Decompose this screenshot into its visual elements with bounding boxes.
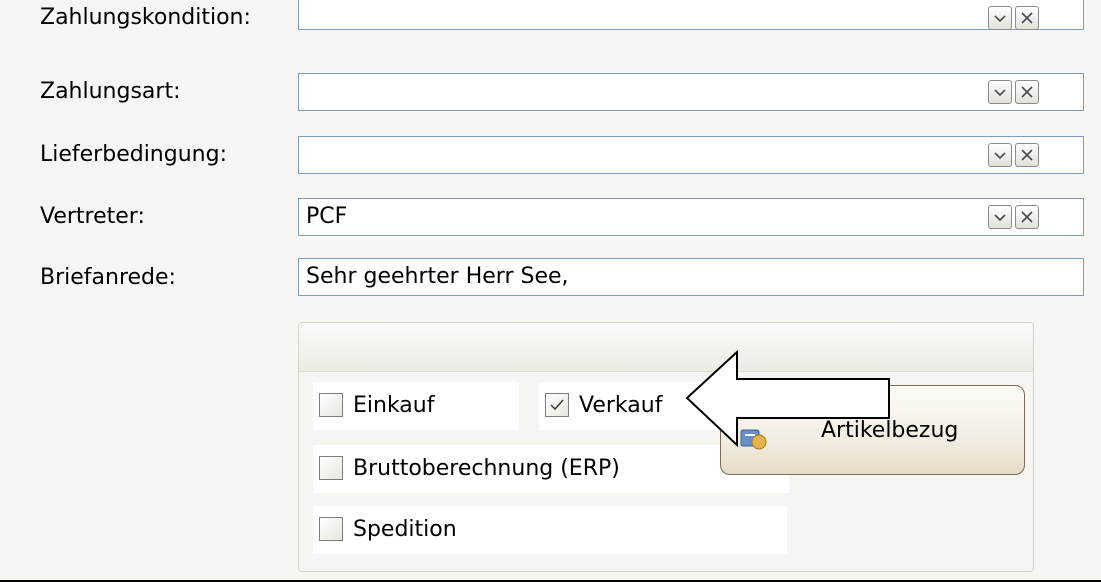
- form-panel: Zahlungskondition: Zahlungsart: Lieferbe…: [0, 0, 1101, 582]
- left-arrow-annotation: [685, 349, 890, 448]
